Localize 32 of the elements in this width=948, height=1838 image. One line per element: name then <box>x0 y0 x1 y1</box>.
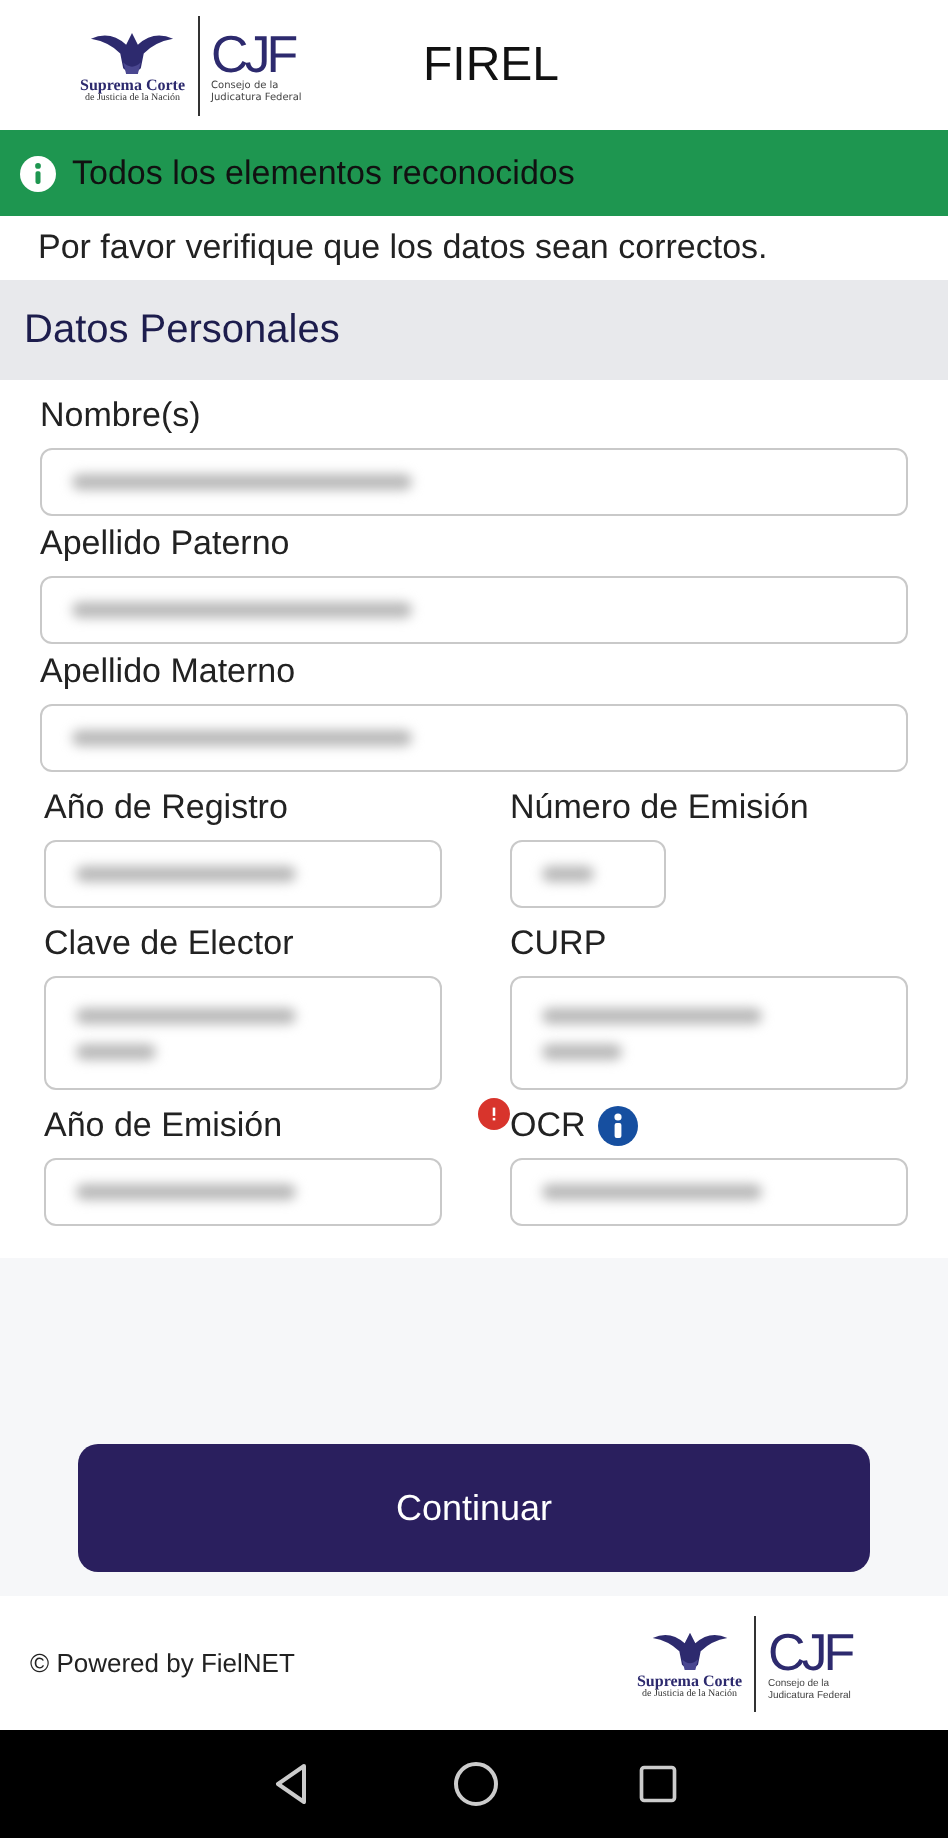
input-field[interactable] <box>44 840 442 908</box>
logo-mark: CJF <box>768 1625 852 1677</box>
input-field[interactable] <box>40 704 908 772</box>
field-label: Año de Registro <box>44 788 288 828</box>
info-icon <box>20 155 56 191</box>
home-icon[interactable] <box>452 1760 500 1808</box>
recents-icon[interactable] <box>636 1762 680 1806</box>
continue-button[interactable]: Continuar <box>78 1444 870 1572</box>
logo-name: Suprema Corte <box>80 77 186 93</box>
field-label: Apellido Paterno <box>40 524 290 564</box>
input-field[interactable] <box>510 840 666 908</box>
input-field[interactable] <box>44 976 442 1090</box>
app-title: FIREL <box>423 37 560 93</box>
field-label: Nombre(s) <box>40 396 201 436</box>
banner-text: Todos los elementos reconocidos <box>72 153 575 193</box>
input-field[interactable] <box>40 576 908 644</box>
powered-by-text: © Powered by FielNET <box>30 1648 295 1678</box>
info-icon[interactable] <box>597 1106 638 1146</box>
input-field[interactable] <box>44 1158 442 1226</box>
field-label: Apellido Materno <box>40 652 296 692</box>
logo-name: Suprema Corte <box>636 1673 742 1689</box>
field-label: Clave de Elector <box>44 924 294 964</box>
field-label: Número de Emisión <box>510 788 809 828</box>
input-field[interactable] <box>510 1158 908 1226</box>
field-label: Año de Emisión <box>44 1106 283 1146</box>
field-label: OCR <box>510 1106 586 1146</box>
input-field[interactable] <box>40 448 908 516</box>
field-label: CURP <box>510 924 607 964</box>
instruction-text: Por favor verifique que los datos sean correctos. <box>36 226 770 270</box>
logo-mark: CJF <box>211 27 295 79</box>
section-title: Datos Personales <box>24 307 340 353</box>
input-field[interactable] <box>510 976 908 1090</box>
